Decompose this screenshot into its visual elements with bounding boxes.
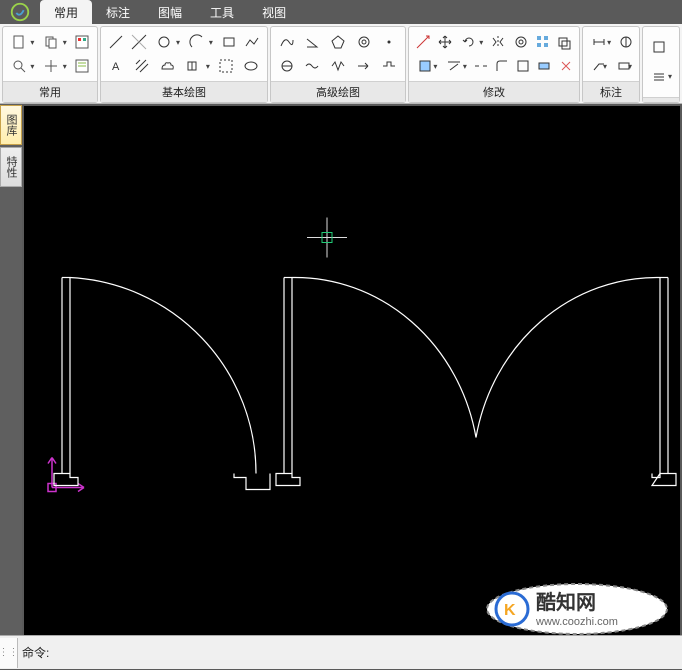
array-tool[interactable] bbox=[533, 30, 553, 54]
cloud-tool[interactable] bbox=[155, 54, 178, 78]
stretch-tool[interactable] bbox=[535, 54, 554, 78]
command-input[interactable] bbox=[53, 644, 682, 662]
ribbon-group-label: 常用 bbox=[3, 81, 97, 102]
ribbon-group-basic-draw: A 基本绘图 bbox=[100, 26, 268, 103]
wave-tool[interactable] bbox=[301, 54, 325, 78]
ribbon-group-more bbox=[642, 26, 680, 103]
arrow-tool[interactable] bbox=[352, 54, 376, 78]
crosshair-cursor bbox=[307, 218, 347, 258]
ribbon-group-common: 常用 bbox=[2, 26, 98, 103]
donut-tool[interactable] bbox=[352, 30, 376, 54]
xline-tool[interactable] bbox=[129, 30, 151, 54]
ribbon-group-label: 基本绘图 bbox=[101, 81, 267, 102]
palette-tab-properties[interactable]: 特性 bbox=[0, 147, 22, 187]
point-tool[interactable] bbox=[377, 30, 401, 54]
region-tool[interactable] bbox=[215, 54, 238, 78]
ribbon-group-label bbox=[643, 97, 679, 102]
insert-block-tool[interactable] bbox=[180, 54, 213, 78]
ribbon-group-annotate: 标注 bbox=[582, 26, 640, 103]
chamfer-tool[interactable] bbox=[514, 54, 533, 78]
workarea: 图库 特性 bbox=[0, 104, 682, 669]
move-tool[interactable] bbox=[435, 30, 455, 54]
command-label: 命令: bbox=[18, 644, 53, 661]
app-root: 常用 标注 图幅 工具 视图 常用 bbox=[0, 0, 682, 669]
extend-tool[interactable] bbox=[442, 54, 469, 78]
line-tool[interactable] bbox=[105, 30, 127, 54]
arc-center-tool[interactable] bbox=[275, 54, 299, 78]
paste-special-button[interactable] bbox=[72, 30, 93, 54]
fillet-tool[interactable] bbox=[493, 54, 512, 78]
dim-angular-tool[interactable] bbox=[616, 30, 635, 54]
offset-tool[interactable] bbox=[555, 30, 575, 54]
ellipse-tool[interactable] bbox=[240, 54, 263, 78]
drawing-door-double bbox=[276, 277, 676, 485]
arc-tool[interactable] bbox=[185, 30, 216, 54]
copy-button[interactable] bbox=[39, 30, 69, 54]
angle-tool[interactable] bbox=[301, 30, 325, 54]
dim-linear-tool[interactable] bbox=[587, 30, 614, 54]
properties-button[interactable] bbox=[72, 54, 93, 78]
ribbon-group-label: 修改 bbox=[409, 81, 579, 102]
svg-text:A: A bbox=[112, 61, 120, 73]
menu-tab-common[interactable]: 常用 bbox=[40, 0, 92, 24]
pan-button[interactable] bbox=[39, 54, 69, 78]
polygon-tool[interactable] bbox=[326, 30, 350, 54]
rotate-tool[interactable] bbox=[457, 30, 486, 54]
menu-tab-tools[interactable]: 工具 bbox=[196, 0, 248, 24]
ribbon-group-modify: 修改 bbox=[408, 26, 580, 103]
scale-tool[interactable] bbox=[510, 30, 530, 54]
break-tool[interactable] bbox=[472, 54, 491, 78]
tolerance-tool[interactable] bbox=[612, 54, 635, 78]
command-line: ⋮⋮ 命令: bbox=[0, 635, 682, 669]
left-palette-bar: 图库 特性 bbox=[0, 104, 22, 669]
menubar: 常用 标注 图幅 工具 视图 bbox=[0, 0, 682, 24]
hatch-tool[interactable] bbox=[130, 54, 153, 78]
palette-tab-library[interactable]: 图库 bbox=[0, 105, 22, 145]
mirror-tool[interactable] bbox=[488, 30, 508, 54]
trim-tool[interactable] bbox=[413, 54, 440, 78]
zigzag-tool[interactable] bbox=[326, 54, 350, 78]
ribbon-group-label: 标注 bbox=[583, 81, 639, 102]
more-tool-1[interactable] bbox=[647, 35, 671, 59]
leader-tool[interactable] bbox=[587, 54, 610, 78]
spline-tool[interactable] bbox=[275, 30, 299, 54]
menu-tab-view[interactable]: 视图 bbox=[248, 0, 300, 24]
cmdline-grip[interactable]: ⋮⋮ bbox=[0, 638, 18, 668]
app-logo bbox=[6, 0, 34, 24]
menu-tab-sheet[interactable]: 图幅 bbox=[144, 0, 196, 24]
drawing-canvas[interactable]: ⏮ ◀ ▶ ⏭ 模型 bbox=[24, 106, 680, 667]
text-tool[interactable]: A bbox=[105, 54, 128, 78]
rectangle-tool[interactable] bbox=[218, 30, 240, 54]
menu-tab-annotate[interactable]: 标注 bbox=[92, 0, 144, 24]
more-tool-2[interactable] bbox=[647, 65, 675, 89]
zoom-button[interactable] bbox=[7, 54, 37, 78]
erase-tool[interactable] bbox=[413, 30, 433, 54]
drawing-door-left bbox=[54, 278, 270, 490]
canvas-svg bbox=[24, 106, 680, 667]
polyline-tool[interactable] bbox=[241, 30, 263, 54]
circle-tool[interactable] bbox=[152, 30, 183, 54]
explode-tool[interactable] bbox=[556, 54, 575, 78]
section-tool[interactable] bbox=[377, 54, 401, 78]
new-file-button[interactable] bbox=[7, 30, 37, 54]
ribbon: 常用 A bbox=[0, 24, 682, 104]
ribbon-group-label: 高级绘图 bbox=[271, 81, 405, 102]
ribbon-group-adv-draw: 高级绘图 bbox=[270, 26, 406, 103]
